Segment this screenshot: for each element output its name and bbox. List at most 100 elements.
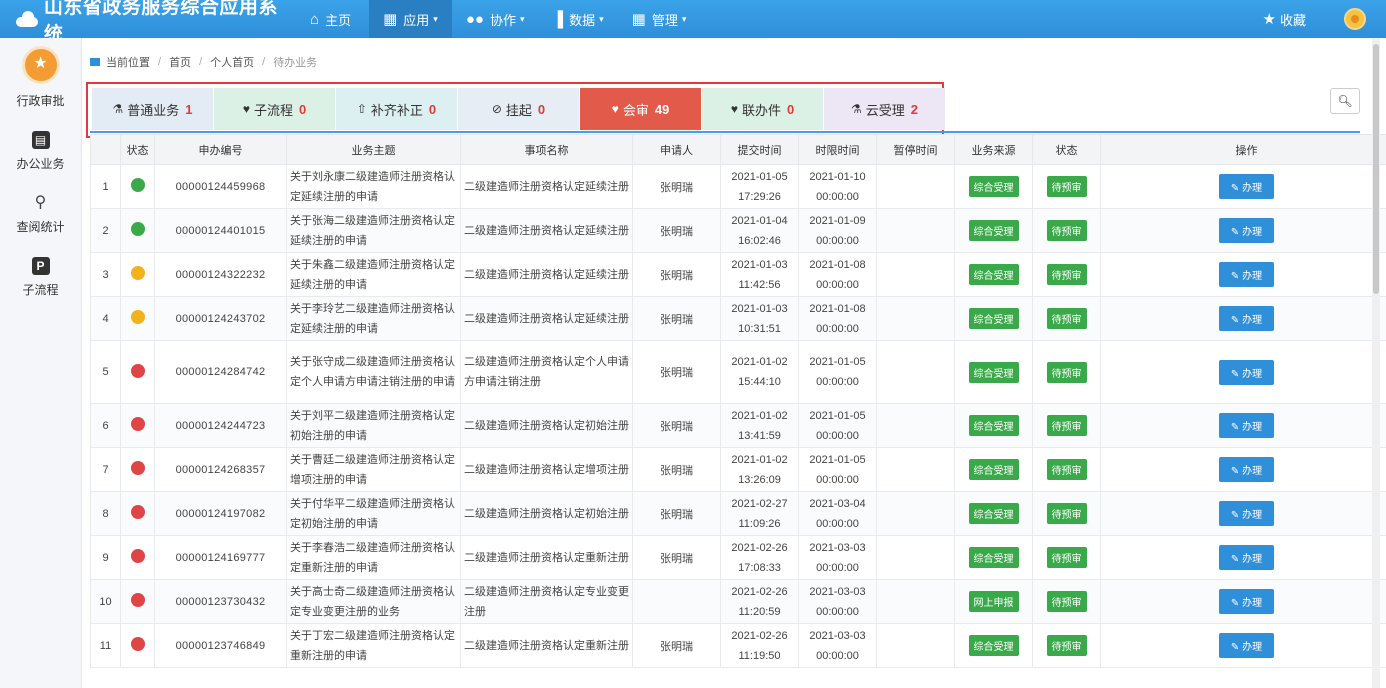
nav-item-1[interactable]: ▦ 应用 ▾ xyxy=(369,0,452,38)
limit-clock: 00:00:00 xyxy=(816,561,859,574)
subject-link[interactable]: 关于丁宏二级建造师注册资格认定重新注册的申请 xyxy=(286,623,461,668)
handle-button[interactable]: ✎ 办理 xyxy=(1218,306,1275,331)
subject-link[interactable]: 关于曹廷二级建造师注册资格认定增项注册的申请 xyxy=(286,447,461,492)
submit-date: 2021-01-02 xyxy=(731,356,788,368)
submit-clock: 15:44:10 xyxy=(738,376,781,388)
table-row[interactable]: 10 00000123730432 关于高士奇二级建造师注册资格认定专业变更注册… xyxy=(90,579,1386,624)
item-link[interactable]: 二级建造师注册资格认定延续注册 xyxy=(460,296,633,341)
handle-button[interactable]: ✎ 办理 xyxy=(1218,633,1275,658)
tab-6[interactable]: ⚗ 云受理 2 xyxy=(824,88,945,130)
tab-2[interactable]: ⇧ 补齐补正 0 xyxy=(336,88,457,130)
search-button[interactable]: 🔍︎ xyxy=(1330,88,1360,114)
tab-count: 2 xyxy=(910,101,918,117)
action-cell: ✎ 办理 xyxy=(1100,340,1386,404)
subject-link[interactable]: 关于刘永康二级建造师注册资格认定延续注册的申请 xyxy=(286,164,461,209)
table-row[interactable]: 7 00000124268357 关于曹廷二级建造师注册资格认定增项注册的申请 … xyxy=(90,447,1386,492)
table-row[interactable]: 8 00000124197082 关于付华平二级建造师注册资格认定初始注册的申请… xyxy=(90,491,1386,536)
limit-clock: 00:00:00 xyxy=(816,278,859,291)
source-badge: 综合受理 xyxy=(968,361,1019,383)
table-row[interactable]: 4 00000124243702 关于李玲艺二级建造师注册资格认定延续注册的申请… xyxy=(90,296,1386,341)
sidebar-item-statistics[interactable]: ⚲ 查阅统计 xyxy=(0,194,81,235)
table-row[interactable]: 3 00000124322232 关于朱鑫二级建造师注册资格认定延续注册的申请 … xyxy=(90,252,1386,297)
handle-button[interactable]: ✎ 办理 xyxy=(1218,457,1275,482)
state-cell: 待预审 xyxy=(1032,403,1101,448)
limit-date: 2021-01-09 xyxy=(809,214,866,227)
item-link[interactable]: 二级建造师注册资格认定重新注册 xyxy=(460,535,633,580)
scrollbar[interactable] xyxy=(1372,38,1380,688)
source-cell: 综合受理 xyxy=(954,535,1033,580)
subject-link[interactable]: 关于李玲艺二级建造师注册资格认定延续注册的申请 xyxy=(286,296,461,341)
handle-button[interactable]: ✎ 办理 xyxy=(1218,174,1275,199)
handle-button[interactable]: ✎ 办理 xyxy=(1218,589,1275,614)
tab-3[interactable]: ⊘ 挂起 0 xyxy=(458,88,579,130)
home-icon: ⌂ xyxy=(310,10,320,28)
state-cell: 待预审 xyxy=(1032,535,1101,580)
item-link[interactable]: 二级建造师注册资格认定重新注册 xyxy=(460,623,633,668)
table-row[interactable]: 1 00000124459968 关于刘永康二级建造师注册资格认定延续注册的申请… xyxy=(90,164,1386,209)
handle-button[interactable]: ✎ 办理 xyxy=(1218,218,1275,243)
breadcrumb-personal[interactable]: 个人首页 xyxy=(210,54,254,70)
submit-date: 2021-01-02 xyxy=(731,453,788,466)
tab-5[interactable]: ♥ 联办件 0 xyxy=(702,88,823,130)
handle-button-label: 办理 xyxy=(1242,510,1263,521)
user-avatar[interactable] xyxy=(1344,8,1366,30)
submit-date: 2021-02-26 xyxy=(731,629,788,642)
item-link[interactable]: 二级建造师注册资格认定初始注册 xyxy=(460,491,633,536)
source-badge: 综合受理 xyxy=(968,503,1019,524)
column-header: 暂停时间 xyxy=(876,134,955,165)
nav-item-label: 协作 xyxy=(489,12,516,28)
nav-item-4[interactable]: ▦ 管理 ▾ xyxy=(618,0,701,38)
table-row[interactable]: 11 00000123746849 关于丁宏二级建造师注册资格认定重新注册的申请… xyxy=(90,623,1386,668)
bird-icon: ♥ xyxy=(730,102,738,116)
action-cell: ✎ 办理 xyxy=(1100,403,1386,448)
item-link[interactable]: 二级建造师注册资格认定增项注册 xyxy=(460,447,633,492)
sidebar-item-approval[interactable]: 行政审批 xyxy=(0,92,81,109)
subject-link[interactable]: 关于高士奇二级建造师注册资格认定专业变更注册的业务 xyxy=(286,579,461,624)
limit-time: 2021-01-05 00:00:00 xyxy=(798,447,877,492)
subject-link[interactable]: 关于张海二级建造师注册资格认定延续注册的申请 xyxy=(286,208,461,253)
item-link[interactable]: 二级建造师注册资格认定专业变更注册 xyxy=(460,579,633,624)
subject-link[interactable]: 关于朱鑫二级建造师注册资格认定延续注册的申请 xyxy=(286,252,461,297)
nav-item-3[interactable]: ▐ 数据 ▾ xyxy=(538,0,617,38)
sidebar-item-office[interactable]: ▤ 办公业务 xyxy=(0,131,81,172)
limit-date: 2021-01-05 xyxy=(809,453,866,466)
handle-button[interactable]: ✎ 办理 xyxy=(1218,545,1275,570)
subject-link[interactable]: 关于刘平二级建造师注册资格认定初始注册的申请 xyxy=(286,403,461,448)
table-row[interactable]: 9 00000124169777 关于李春浩二级建造师注册资格认定重新注册的申请… xyxy=(90,535,1386,580)
handle-button-label: 办理 xyxy=(1242,598,1263,609)
subject-link[interactable]: 关于张守成二级建造师注册资格认定个人申请方申请注销注册的申请 xyxy=(286,340,461,404)
item-link[interactable]: 二级建造师注册资格认定延续注册 xyxy=(460,208,633,253)
favorites-link[interactable]: 收藏 xyxy=(1280,10,1306,29)
handle-button[interactable]: ✎ 办理 xyxy=(1218,501,1275,526)
status-dot-icon xyxy=(130,549,145,563)
application-code: 00000124268357 xyxy=(154,447,287,492)
badge-icon[interactable] xyxy=(21,46,60,84)
nav-item-2[interactable]: ●● 协作 ▾ xyxy=(452,0,539,38)
column-header: 业务来源 xyxy=(954,134,1033,165)
sidebar-item-subprocess[interactable]: P 子流程 xyxy=(0,257,81,298)
item-link[interactable]: 二级建造师注册资格认定延续注册 xyxy=(460,252,633,297)
subject-link[interactable]: 关于付华平二级建造师注册资格认定初始注册的申请 xyxy=(286,491,461,536)
table-row[interactable]: 2 00000124401015 关于张海二级建造师注册资格认定延续注册的申请 … xyxy=(90,208,1386,253)
table-row[interactable]: 6 00000124244723 关于刘平二级建造师注册资格认定初始注册的申请 … xyxy=(90,403,1386,448)
handle-button[interactable]: ✎ 办理 xyxy=(1218,359,1275,385)
tab-4[interactable]: ♥ 会审 49 xyxy=(580,88,701,130)
chevron-down-icon: ▾ xyxy=(433,13,438,24)
handle-button[interactable]: ✎ 办理 xyxy=(1218,413,1275,438)
p-icon: P xyxy=(31,257,50,275)
scrollbar-thumb[interactable] xyxy=(1373,44,1379,294)
item-link[interactable]: 二级建造师注册资格认定延续注册 xyxy=(460,164,633,209)
star-icon[interactable]: ★ xyxy=(1263,10,1276,28)
tab-0[interactable]: ⚗ 普通业务 1 xyxy=(92,88,213,130)
subject-link[interactable]: 关于李春浩二级建造师注册资格认定重新注册的申请 xyxy=(286,535,461,580)
nav-item-0[interactable]: ⌂ 主页 xyxy=(296,0,369,38)
tab-1[interactable]: ♥ 子流程 0 xyxy=(214,88,335,130)
submit-time: 2021-01-02 15:44:10 xyxy=(720,340,799,404)
table-row[interactable]: 5 00000124284742 关于张守成二级建造师注册资格认定个人申请方申请… xyxy=(90,340,1386,404)
sidebar-item-label: 办公业务 xyxy=(16,157,65,171)
breadcrumb-home[interactable]: 首页 xyxy=(169,54,191,70)
handle-button[interactable]: ✎ 办理 xyxy=(1218,262,1275,287)
item-link[interactable]: 二级建造师注册资格认定初始注册 xyxy=(460,403,633,448)
item-link[interactable]: 二级建造师注册资格认定个人申请方申请注销注册 xyxy=(460,340,633,404)
submit-clock: 11:09:26 xyxy=(738,517,781,530)
